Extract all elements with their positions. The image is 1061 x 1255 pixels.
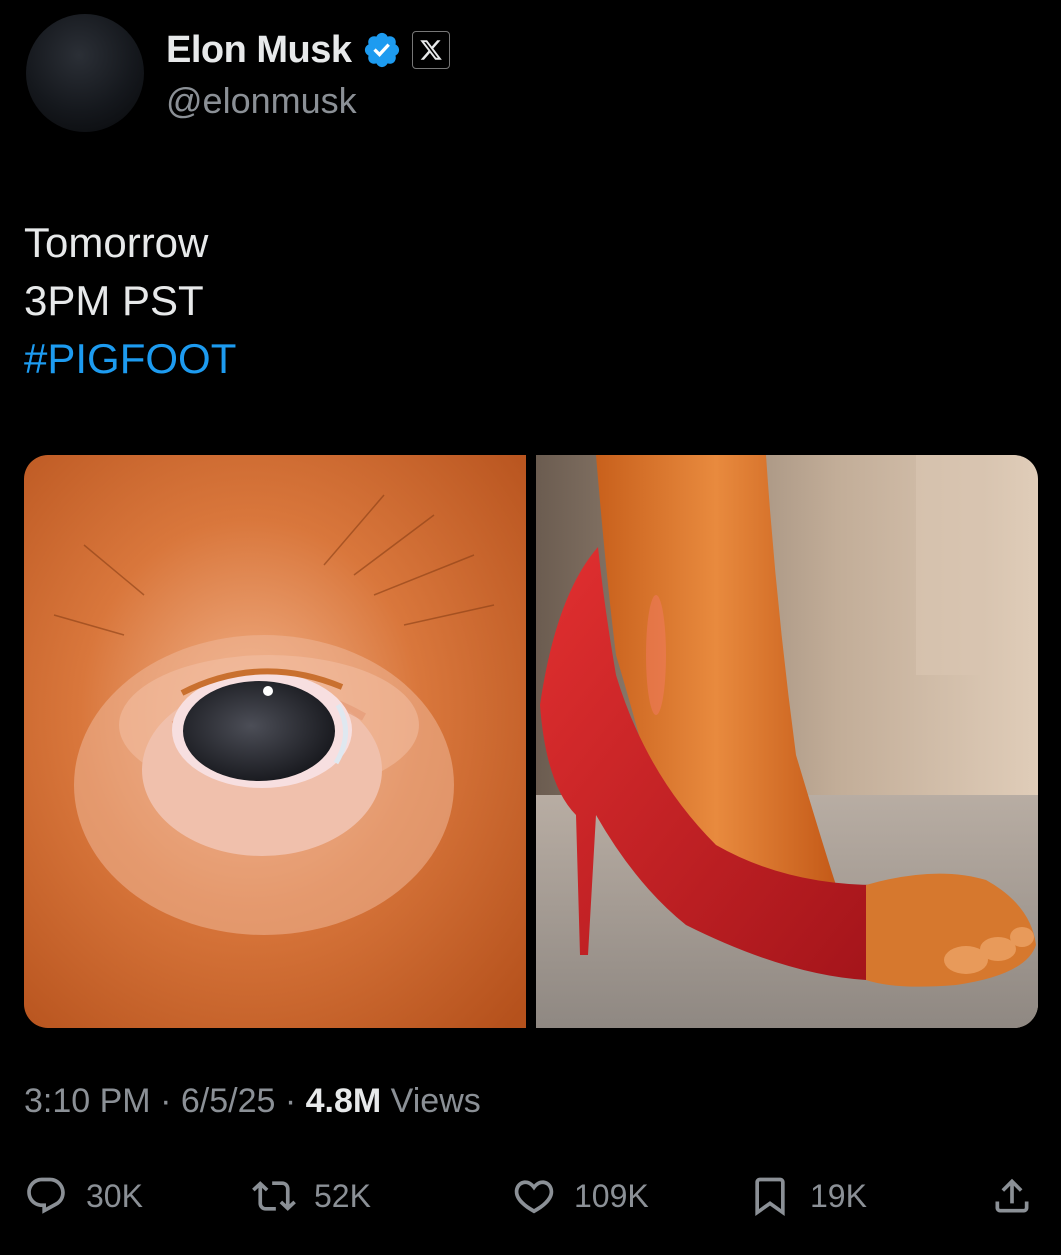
media-grid: [24, 455, 1038, 1028]
meta-separator: ·: [160, 1082, 172, 1120]
reply-icon: [27, 1177, 65, 1214]
x-logo-icon: [419, 40, 442, 60]
share-icon: [995, 1178, 1029, 1213]
repost-count: 52K: [314, 1177, 371, 1214]
tweet-line: Tomorrow: [24, 219, 209, 266]
repost-icon: [252, 1181, 296, 1211]
tweet-time[interactable]: 3:10 PM: [24, 1082, 151, 1120]
x-affiliation-badge[interactable]: [411, 31, 450, 69]
avatar[interactable]: [26, 14, 144, 132]
verified-badge-icon: [364, 32, 399, 68]
bookmark-button[interactable]: 19K: [748, 1166, 867, 1226]
repost-button[interactable]: 52K: [252, 1166, 371, 1226]
views-label: Views: [390, 1082, 481, 1120]
author-handle[interactable]: @elonmusk: [166, 80, 357, 122]
hashtag-link[interactable]: #PIGFOOT: [24, 330, 236, 388]
bookmark-count: 19K: [810, 1177, 867, 1214]
views-count: 4.8M: [305, 1082, 382, 1120]
tweet-line: 3PM PST: [24, 277, 204, 324]
action-bar: 30K 52K 109K 19K: [24, 1166, 1038, 1226]
like-button[interactable]: 109K: [512, 1166, 649, 1226]
meta-separator: ·: [284, 1082, 297, 1120]
heart-icon: [514, 1180, 554, 1214]
like-count: 109K: [574, 1177, 649, 1214]
bookmark-icon: [755, 1177, 785, 1217]
tweet-metadata: 3:10 PM · 6/5/25 · 4.8M Views: [24, 1082, 481, 1121]
pig-foot-heel-image[interactable]: [536, 455, 1038, 1028]
pig-eye-image[interactable]: [24, 455, 526, 1028]
share-button[interactable]: [990, 1166, 1034, 1226]
reply-count: 30K: [86, 1177, 143, 1214]
author-name-row: Elon Musk: [166, 26, 450, 74]
tweet-text: Tomorrow 3PM PST #PIGFOOT: [24, 214, 236, 388]
author-display-name[interactable]: Elon Musk: [166, 29, 352, 72]
tweet-date[interactable]: 6/5/25: [181, 1082, 276, 1120]
reply-button[interactable]: 30K: [24, 1166, 143, 1226]
